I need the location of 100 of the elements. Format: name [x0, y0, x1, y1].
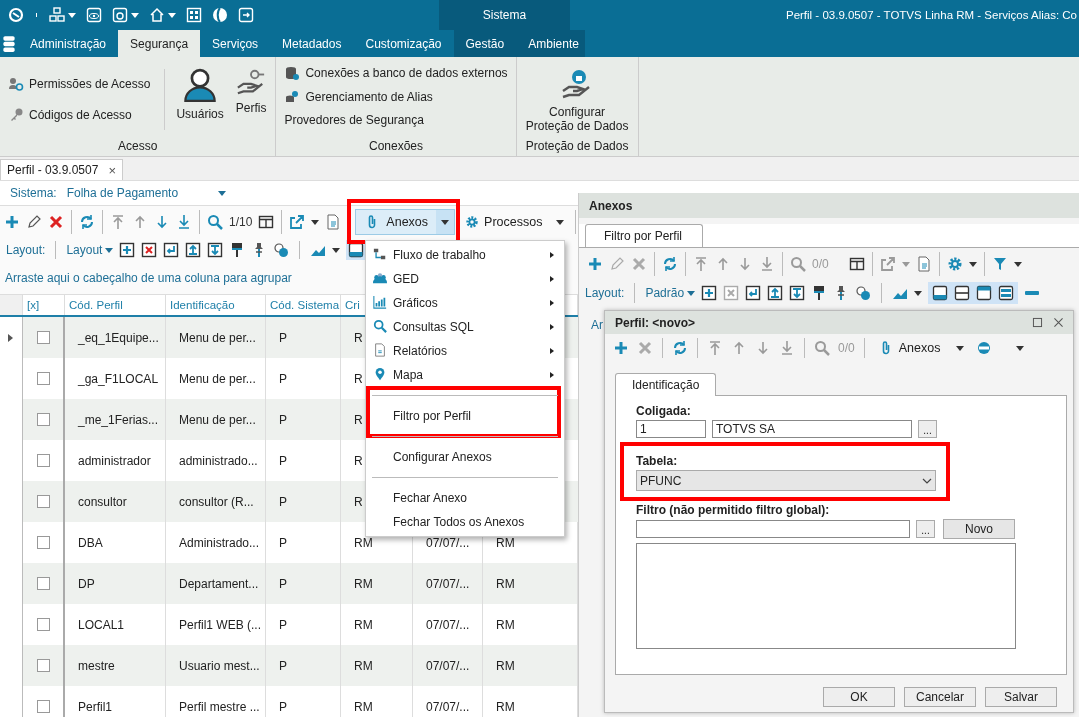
form-tab[interactable]: Identificação: [615, 373, 717, 396]
window-title: Perfil - 03.9.0507 - TOTVS Linha RM - Serviços Alias: Co: [784, 9, 1078, 21]
table-cell: P: [279, 699, 287, 714]
table-cell: Menu de per...: [179, 412, 256, 427]
table-cell: R: [354, 371, 363, 386]
ribbon-tab[interactable]: Customização: [353, 30, 454, 57]
column-header[interactable]: Cód. Sistema: [266, 295, 341, 315]
table-cell: RM: [354, 617, 373, 632]
table-cell: DP: [78, 576, 95, 591]
code-field[interactable]: 1: [636, 420, 706, 438]
panel-tab[interactable]: Filtro por Perfil: [585, 224, 704, 247]
table-cell: P: [279, 330, 287, 345]
table-cell: R: [354, 494, 363, 509]
button-label: Códigos de Acesso: [29, 108, 132, 123]
dialog-button[interactable]: Cancelar: [904, 687, 976, 707]
system-dropdown[interactable]: Folha de Pagamento: [66, 186, 237, 200]
table-cell: 07/07/...: [426, 576, 470, 591]
table-cell: consultor: [78, 494, 127, 509]
record-counter: 0/0: [838, 341, 855, 355]
new-button[interactable]: Novo: [943, 519, 1015, 539]
layout-button[interactable]: Layout: [66, 243, 114, 257]
column-header[interactable]: Cód. Perfil: [65, 295, 166, 315]
table-cell: Menu de per...: [179, 371, 256, 386]
ribbon-button[interactable]: Configurar Proteção de Dados: [522, 67, 632, 138]
menu-item[interactable]: Consultas SQL: [366, 315, 564, 339]
table-cell: 07/07/...: [426, 535, 470, 550]
table-cell: _ga_F1LOCAL: [78, 371, 159, 386]
table-cell: P: [279, 617, 287, 632]
table-cell: P: [279, 576, 287, 591]
table-cell: RM: [496, 617, 515, 632]
ribbon-button[interactable]: Gerenciamento de Alias: [282, 87, 510, 107]
column-header[interactable]: Identificação: [166, 295, 266, 315]
ribbon-group-label: Acesso: [117, 138, 159, 155]
menu-item[interactable]: Fechar Todos os Anexos: [366, 510, 564, 534]
layout-label: Layout:: [6, 243, 46, 257]
menu-item[interactable]: Configurar Anexos: [366, 445, 564, 469]
table-cell: DBA: [78, 535, 103, 550]
table-cell: Menu de per...: [179, 330, 256, 345]
close-icon[interactable]: ×: [108, 162, 116, 178]
table-cell: Perfil mestre ...: [179, 699, 260, 714]
table-cell: RM: [496, 658, 515, 673]
table-cell: RM: [354, 576, 373, 591]
table-cell: P: [279, 412, 287, 427]
field-label: Tabela:: [636, 454, 679, 470]
dialog-button[interactable]: Salvar: [985, 687, 1057, 707]
table-cell: RM: [496, 576, 515, 591]
menu-item[interactable]: GED: [366, 267, 564, 291]
table-cell: mestre: [78, 658, 115, 673]
ribbon-button[interactable]: Conexões a banco de dados externos: [282, 63, 510, 83]
ribbon-tab[interactable]: Gestão: [453, 30, 517, 57]
table-dropdown[interactable]: PFUNC: [636, 470, 936, 491]
table-cell: P: [279, 453, 287, 468]
table-cell: _me_1Ferias...: [78, 412, 159, 427]
button-label: Usuários: [176, 107, 224, 121]
attachments-button[interactable]: Anexos: [873, 340, 969, 356]
ribbon-button[interactable]: Usuários: [173, 61, 227, 138]
table-cell: RM: [354, 658, 373, 673]
ribbon-group-label: Proteção de Dados: [524, 138, 630, 155]
ribbon-tab[interactable]: Serviços: [200, 30, 271, 57]
ribbon-tab[interactable]: Segurança: [118, 30, 201, 57]
processes-button[interactable]: Processos: [461, 215, 569, 229]
ribbon-button[interactable]: Perfis: [232, 61, 270, 138]
column-header[interactable]: [x]: [23, 295, 65, 315]
table-cell: P: [279, 535, 287, 550]
menu-item[interactable]: Fechar Anexo: [366, 486, 564, 510]
table-cell: Perfil1: [78, 699, 112, 714]
document-tab[interactable]: Perfil - 03.9.0507 ×: [0, 159, 123, 180]
table-cell: P: [279, 658, 287, 673]
table-cell: 07/07/...: [426, 658, 470, 673]
context-tab-group: Sistema: [439, 0, 570, 30]
table-cell: RM: [354, 535, 373, 550]
browse-button[interactable]: ...: [918, 420, 937, 438]
attachments-button[interactable]: Anexos: [355, 209, 456, 235]
table-cell: RM: [354, 699, 373, 714]
ribbon-button[interactable]: Provedores de Segurança: [282, 111, 510, 129]
record-counter: 1/10: [229, 215, 253, 229]
field-label: Filtro (não permitido filtro global):: [636, 503, 831, 519]
group-by-hint: Ar: [591, 318, 603, 332]
dialog-button[interactable]: OK: [823, 687, 895, 707]
menu-item[interactable]: Filtro por Perfil: [366, 404, 564, 428]
ribbon-tab[interactable]: Metadados: [270, 30, 354, 57]
button-label: Gerenciamento de Alias: [305, 90, 433, 104]
ribbon-tab[interactable]: Administração: [18, 30, 119, 57]
button-label: Configurar Proteção de Dados: [525, 105, 629, 133]
table-cell: Departament...: [179, 576, 259, 591]
table-cell: 07/07/...: [426, 699, 470, 714]
menu-item[interactable]: Relatórios: [366, 339, 564, 363]
table-cell: P: [279, 371, 287, 386]
ribbon-tab[interactable]: Ambiente: [516, 30, 591, 57]
panel-title: Anexos: [589, 198, 633, 213]
name-field[interactable]: TOTVS SA: [712, 420, 912, 438]
menu-item[interactable]: Mapa: [366, 363, 564, 387]
table-cell: 07/07/...: [426, 617, 470, 632]
button-label: Perfis: [235, 101, 267, 115]
field-label: Sistema:: [10, 186, 57, 200]
table-cell: _eq_1Equipe...: [78, 330, 159, 345]
ribbon-button[interactable]: Códigos de Acesso: [6, 105, 153, 126]
field-label: Coligada:: [636, 404, 692, 420]
browse-button[interactable]: ...: [916, 520, 935, 538]
ribbon-button[interactable]: Permissões de Acesso: [6, 73, 153, 94]
